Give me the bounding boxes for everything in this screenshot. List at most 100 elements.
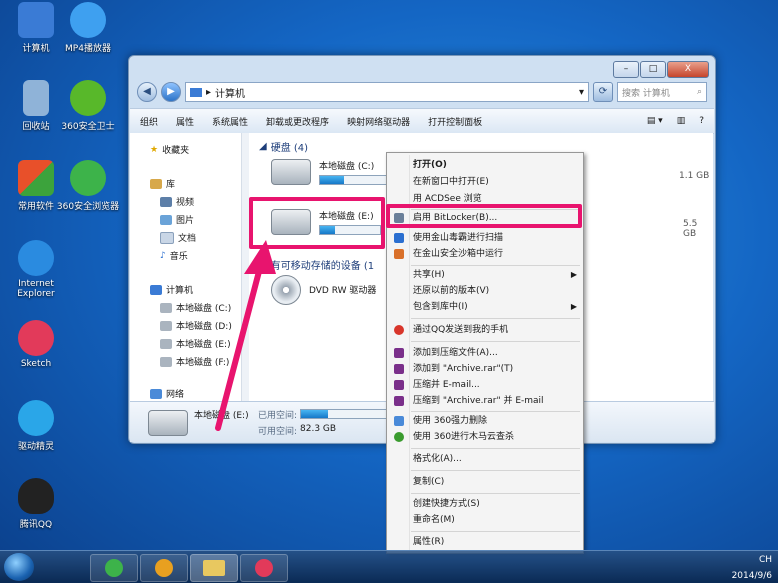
360-browser-icon bbox=[105, 559, 123, 577]
menu-item-compress-email[interactable]: 压缩并 E-mail... bbox=[387, 377, 583, 393]
recycle-bin-icon bbox=[23, 80, 49, 116]
drive-size-e: 5.5 GB bbox=[683, 219, 698, 239]
menu-item-360-delete[interactable]: 使用 360强力删除 bbox=[387, 413, 583, 429]
nav-documents[interactable]: 文档 bbox=[160, 231, 196, 244]
menu-label: 创建快捷方式(S) bbox=[413, 499, 480, 509]
preview-pane-icon[interactable]: ▥ bbox=[677, 116, 686, 126]
close-button[interactable]: X bbox=[667, 61, 709, 78]
menu-item-share[interactable]: 共享(H) ▶ bbox=[387, 267, 583, 283]
input-method[interactable]: CH bbox=[759, 555, 772, 565]
menu-item-add-archive-rar[interactable]: 添加到 "Archive.rar"(T) bbox=[387, 361, 583, 377]
search-input[interactable]: 搜索 计算机 ⌕ bbox=[617, 82, 707, 102]
menu-item-360-scan[interactable]: 使用 360进行木马云查杀 bbox=[387, 429, 583, 445]
desktop-icon-label: 常用软件 bbox=[17, 202, 54, 212]
menu-item-compress-rar-email[interactable]: 压缩到 "Archive.rar" 并 E-mail bbox=[387, 393, 583, 409]
desktop-icon-360-safe[interactable]: 360安全卫士 bbox=[52, 80, 124, 132]
windows-flag-icon bbox=[18, 160, 54, 196]
start-button[interactable] bbox=[4, 553, 34, 581]
nav-label: 视频 bbox=[176, 198, 195, 208]
taskbar-sketch[interactable] bbox=[240, 554, 288, 582]
menu-item-add-archive[interactable]: 添加到压缩文件(A)... bbox=[387, 345, 583, 361]
desktop-icon-sketch[interactable]: Sketch bbox=[0, 320, 72, 369]
menu-item-kingsoft-sandbox[interactable]: 在金山安全沙箱中运行 bbox=[387, 246, 583, 262]
help-icon[interactable]: ? bbox=[699, 116, 704, 126]
nav-pictures[interactable]: 图片 bbox=[160, 213, 194, 226]
toolbar-uninstall[interactable]: 卸载或更改程序 bbox=[266, 115, 329, 128]
winrar-icon bbox=[394, 396, 404, 406]
system-tray: CH 2014/9/6 bbox=[732, 555, 772, 581]
menu-label: 包含到库中(I) bbox=[413, 302, 468, 312]
view-options-icon[interactable]: ▤ ▾ bbox=[647, 116, 663, 126]
network-icon bbox=[150, 388, 162, 399]
desktop-icon-label: 腾讯QQ bbox=[19, 520, 53, 530]
toolbar-properties[interactable]: 属性 bbox=[176, 115, 194, 128]
desktop-icon-label: 360安全浏览器 bbox=[56, 202, 120, 212]
menu-item-open-new-window[interactable]: 在新窗口中打开(E) bbox=[387, 174, 583, 190]
menu-item-create-shortcut[interactable]: 创建快捷方式(S) bbox=[387, 496, 583, 512]
menu-label: 用 ACDSee 浏览 bbox=[413, 194, 482, 204]
taskbar-360-browser[interactable] bbox=[90, 554, 138, 582]
forward-button[interactable]: ▶ bbox=[161, 82, 181, 102]
taskbar-qq[interactable] bbox=[140, 554, 188, 582]
desktop-icon-label: 计算机 bbox=[22, 44, 50, 54]
desktop-icon-qq[interactable]: 腾讯QQ bbox=[0, 478, 72, 530]
menu-label: 在新窗口中打开(E) bbox=[413, 177, 489, 187]
toolbar-control-panel[interactable]: 打开控制面板 bbox=[428, 115, 482, 128]
sketch-icon bbox=[18, 320, 54, 356]
nav-label: 计算机 bbox=[166, 286, 194, 296]
menu-item-open[interactable]: 打开(O) bbox=[387, 157, 583, 173]
nav-label: 文档 bbox=[178, 234, 197, 244]
menu-item-format[interactable]: 格式化(A)... bbox=[387, 451, 583, 467]
refresh-button[interactable]: ⟳ bbox=[593, 82, 613, 102]
library-icon bbox=[150, 178, 162, 189]
nav-label: 收藏夹 bbox=[162, 146, 190, 156]
menu-item-restore-versions[interactable]: 还原以前的版本(V) bbox=[387, 283, 583, 299]
shredder-icon bbox=[394, 416, 404, 426]
menu-separator bbox=[411, 318, 580, 319]
taskbar-explorer[interactable] bbox=[190, 554, 238, 582]
nav-libraries[interactable]: 库 bbox=[150, 177, 175, 190]
desktop-icon-360-browser[interactable]: 360安全浏览器 bbox=[52, 160, 124, 212]
nav-favorites[interactable]: ★ 收藏夹 bbox=[150, 143, 190, 157]
breadcrumb-arrow-icon: ▸ bbox=[206, 86, 212, 98]
menu-separator bbox=[411, 493, 580, 494]
nav-music[interactable]: ♪ 音乐 bbox=[160, 249, 188, 263]
menu-item-kingsoft-scan[interactable]: 使用金山毒霸进行扫描 bbox=[387, 230, 583, 246]
submenu-arrow-icon: ▶ bbox=[570, 270, 577, 279]
desktop-icon-mp4[interactable]: MP4播放器 bbox=[52, 2, 124, 54]
menu-item-rename[interactable]: 重命名(M) bbox=[387, 512, 583, 528]
menu-item-include-library[interactable]: 包含到库中(I) ▶ bbox=[387, 299, 583, 315]
clock-date[interactable]: 2014/9/6 bbox=[732, 571, 772, 581]
status-usage-bar bbox=[300, 409, 392, 419]
nav-computer[interactable]: 计算机 bbox=[150, 283, 193, 296]
menu-item-qq-send[interactable]: 通过QQ发送到我的手机 bbox=[387, 322, 583, 338]
minimize-button[interactable]: – bbox=[613, 61, 639, 78]
hdd-group-header[interactable]: ◢ 硬盘 (4) bbox=[259, 139, 308, 154]
toolbar-organize[interactable]: 组织 bbox=[140, 115, 158, 128]
back-button[interactable]: ◀ bbox=[137, 82, 157, 102]
nav-network[interactable]: 网络 bbox=[150, 387, 184, 400]
document-icon bbox=[160, 231, 174, 244]
winrar-icon bbox=[394, 380, 404, 390]
menu-separator bbox=[411, 411, 580, 412]
toolbar-map-network-drive[interactable]: 映射网络驱动器 bbox=[347, 115, 410, 128]
desktop-icon-driver[interactable]: 驱动精灵 bbox=[0, 400, 72, 452]
toolbar-system-properties[interactable]: 系统属性 bbox=[212, 115, 248, 128]
desktop-icon-label: Internet Explorer bbox=[17, 279, 55, 299]
dvd-drive[interactable]: DVD RW 驱动器 bbox=[271, 275, 376, 305]
menu-separator bbox=[411, 531, 580, 532]
menu-item-properties[interactable]: 属性(R) bbox=[387, 534, 583, 550]
annotation-arrow bbox=[215, 240, 276, 431]
status-free-value: 82.3 GB bbox=[300, 424, 337, 434]
drive-icon bbox=[160, 338, 172, 349]
drive-icon bbox=[160, 302, 172, 313]
nav-videos[interactable]: 视频 bbox=[160, 195, 194, 208]
menu-item-copy[interactable]: 复制(C) bbox=[387, 474, 583, 490]
address-bar[interactable]: ▸ 计算机 ▾ bbox=[185, 82, 589, 102]
group-title: 硬盘 (4) bbox=[270, 143, 309, 154]
desktop-icon-ie[interactable]: Internet Explorer bbox=[0, 240, 72, 299]
maximize-button[interactable]: □ bbox=[640, 61, 666, 78]
nav-label: 图片 bbox=[176, 216, 195, 226]
drive-icon bbox=[160, 320, 172, 331]
address-dropdown-icon[interactable]: ▾ bbox=[579, 87, 584, 98]
